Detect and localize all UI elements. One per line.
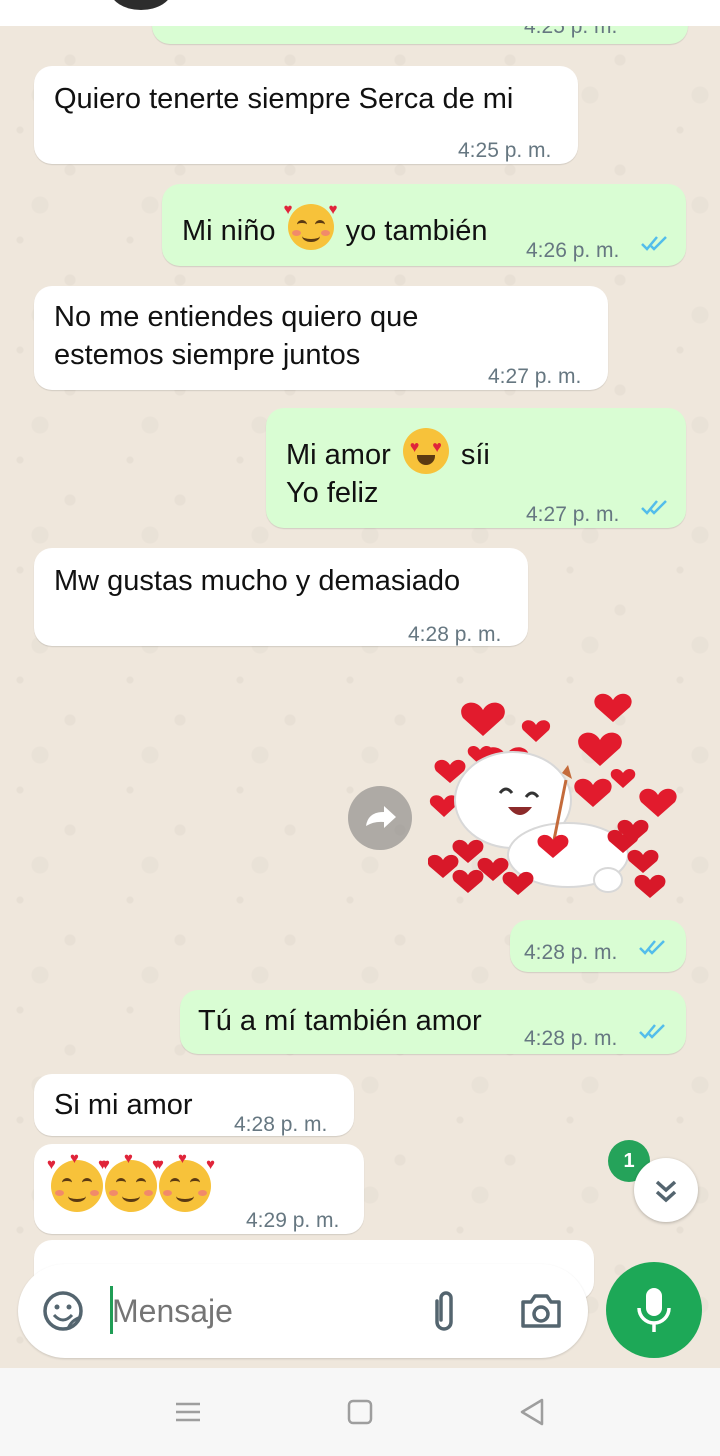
menu-icon[interactable] (168, 1392, 208, 1432)
message-text-part: Mi niño (182, 215, 276, 247)
message-time: 4:28 p. m. (408, 623, 502, 646)
message-text: Mw gustas mucho y demasiado (54, 565, 461, 597)
system-navigation-bar (0, 1368, 720, 1456)
message-text-line1: Mi amor ♥ ♥ síi (286, 428, 490, 474)
message-time: 4:27 p. m. (488, 365, 582, 388)
smiling-face-with-hearts-emoji: ♥ ♥ ♥ ♥ ♥ ♥ ♥ ♥ ♥ (47, 1151, 215, 1212)
message-text: Mi niño ♥ ♥ yo también (182, 202, 488, 250)
sticker-icon[interactable] (38, 1286, 88, 1336)
message-text: Si mi amor (54, 1089, 193, 1121)
read-ticks-icon (641, 236, 667, 251)
mic-icon (637, 1288, 671, 1332)
top-bar (0, 0, 720, 26)
contact-avatar[interactable] (110, 0, 172, 10)
smiling-face-with-hearts-emoji: ♥ ♥ (284, 202, 338, 250)
read-ticks-icon (639, 1024, 665, 1039)
message-input[interactable] (112, 1288, 392, 1334)
message-text-line1: No me entiendes quiero que (54, 301, 419, 333)
message-text-part: yo también (345, 215, 488, 247)
message-outgoing[interactable]: Tú a mí también amor 4:28 p. m. (180, 990, 686, 1054)
message-incoming[interactable]: ♥ ♥ ♥ ♥ ♥ ♥ ♥ ♥ ♥ 4:29 p. m. (34, 1144, 364, 1234)
message-text-line2: estemos siempre juntos (54, 339, 361, 371)
message-incoming[interactable]: Mw gustas mucho y demasiado 4:28 p. m. (34, 548, 528, 646)
forward-icon (366, 806, 396, 828)
message-incoming[interactable]: Si mi amor 4:28 p. m. (34, 1074, 354, 1136)
message-time: 4:29 p. m. (246, 1209, 340, 1232)
double-chevron-down-icon (655, 1180, 677, 1203)
message-text-line2: Yo feliz (286, 477, 379, 509)
message-text-part: Mi amor (286, 439, 391, 471)
scroll-to-bottom-button[interactable] (634, 1158, 698, 1222)
camera-icon[interactable] (516, 1286, 566, 1336)
message-time: 4:28 p. m. (234, 1113, 328, 1136)
message-outgoing[interactable]: Mi amor ♥ ♥ síi Yo feliz 4:27 p. m. (266, 408, 686, 528)
forward-button[interactable] (348, 786, 412, 850)
heart-eyes-emoji: ♥ ♥ (402, 428, 449, 474)
voice-message-button[interactable] (606, 1262, 702, 1358)
message-time: 4:25 p. m. (458, 139, 552, 162)
message-text: Tú a mí también amor (198, 1005, 482, 1037)
home-icon[interactable] (340, 1392, 380, 1432)
message-time: 4:28 p. m. (524, 941, 618, 964)
message-time: 4:26 p. m. (526, 239, 620, 262)
message-incoming[interactable]: Quiero tenerte siempre Serca de mi 4:25 … (34, 66, 578, 164)
chat-area[interactable]: 4:25 p. m. Quiero tenerte siempre Serca … (0, 0, 720, 1368)
message-text: Quiero tenerte siempre Serca de mi (54, 83, 514, 115)
message-time: 4:28 p. m. (524, 1027, 618, 1050)
love-sticker[interactable] (428, 685, 678, 910)
read-ticks-icon (639, 940, 665, 955)
read-ticks-icon (641, 500, 667, 515)
attach-icon[interactable] (424, 1286, 464, 1336)
message-incoming[interactable]: No me entiendes quiero que estemos siemp… (34, 286, 608, 390)
message-outgoing[interactable]: Mi niño ♥ ♥ yo también 4:26 p. m. (162, 184, 686, 266)
back-icon[interactable] (512, 1392, 552, 1432)
sticker-time-bubble[interactable]: 4:28 p. m. (510, 920, 686, 972)
message-time: 4:27 p. m. (526, 503, 620, 526)
message-text-part: síi (460, 439, 490, 471)
message-composer[interactable] (18, 1264, 588, 1358)
